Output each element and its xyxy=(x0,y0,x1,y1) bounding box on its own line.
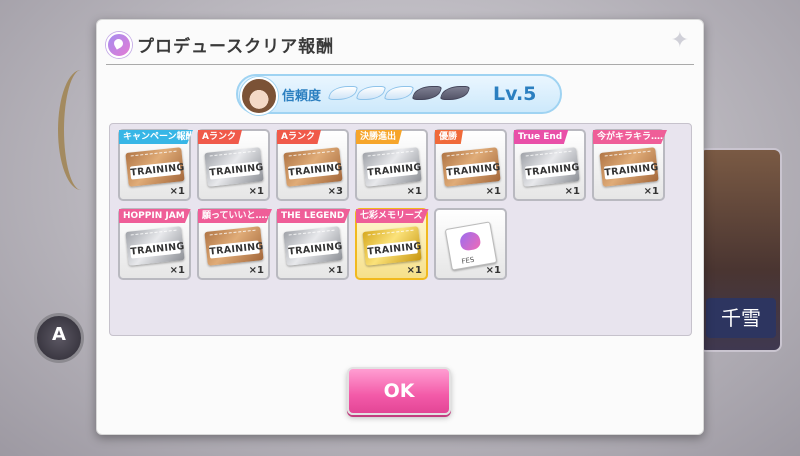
ticket-text: TRAINING xyxy=(129,240,186,259)
dialog-title: プロデュースクリア報酬 xyxy=(137,37,335,57)
reward-source-label: Aランク xyxy=(198,130,242,144)
reward-item[interactable]: Aランク TRAINING ×1 xyxy=(197,129,270,201)
reward-dialog: プロデュースクリア報酬 ✦ 信頼度 Lv.5 キャンペーン報酬 TRAINING ×… xyxy=(96,19,704,435)
trust-level-bar: 信頼度 Lv.5 xyxy=(236,74,562,115)
reward-quantity: ×1 xyxy=(485,186,501,197)
silver-ticket-icon: TRAINING xyxy=(204,147,265,187)
ticket-text: TRAINING xyxy=(524,161,581,180)
reward-quantity: ×1 xyxy=(327,265,343,276)
character-name: 千雪 xyxy=(706,298,776,338)
ticket-perforation xyxy=(130,150,178,163)
reward-item[interactable]: 今がキラキラ…… TRAINING ×1 xyxy=(592,129,667,201)
reward-item[interactable]: 七彩メモリーズ TRAINING ×1 xyxy=(355,208,429,280)
fes-card-icon: FES xyxy=(444,221,498,271)
producer-badge-icon xyxy=(106,32,132,58)
reward-quantity: ×1 xyxy=(564,186,580,197)
reward-source-label: 優勝 xyxy=(435,130,464,144)
sparkle-icon: ✦ xyxy=(670,28,689,53)
bronze-ticket-icon: TRAINING xyxy=(441,147,502,187)
reward-source-label: True End xyxy=(514,130,569,144)
ticket-text: TRAINING xyxy=(208,240,265,259)
reward-source-label: キャンペーン報酬 xyxy=(119,130,193,144)
reward-item[interactable]: True End TRAINING ×1 xyxy=(513,129,586,201)
ticket-text: TRAINING xyxy=(287,240,344,259)
header-divider xyxy=(106,64,694,65)
ticket-perforation xyxy=(209,229,257,242)
bronze-ticket-icon: TRAINING xyxy=(204,226,265,266)
reward-quantity: ×3 xyxy=(327,186,343,197)
rank-badge-letter: A xyxy=(52,324,66,345)
ticket-perforation xyxy=(288,150,336,163)
reward-item[interactable]: FES ×1 xyxy=(434,208,507,280)
reward-source-label: HOPPIN JAM xyxy=(119,209,191,223)
wing-icon xyxy=(442,82,468,102)
bronze-ticket-icon: TRAINING xyxy=(283,147,344,187)
silver-ticket-icon: TRAINING xyxy=(520,147,581,187)
reward-quantity: ×1 xyxy=(169,265,185,276)
reward-quantity: ×1 xyxy=(485,265,501,276)
reward-item[interactable]: 優勝 TRAINING ×1 xyxy=(434,129,507,201)
wing-icon xyxy=(330,82,356,102)
reward-item[interactable]: キャンペーン報酬 TRAINING ×1 xyxy=(118,129,193,201)
reward-source-label: 願っていいと…… xyxy=(198,209,272,223)
reward-source-label: Aランク xyxy=(277,130,321,144)
ticket-text: TRAINING xyxy=(445,161,502,180)
ticket-text: TRAINING xyxy=(603,161,660,180)
wing-icon xyxy=(414,82,440,102)
ticket-perforation xyxy=(367,150,415,163)
reward-quantity: ×1 xyxy=(169,186,185,197)
rank-badge: A xyxy=(34,313,84,363)
trust-label: 信頼度 xyxy=(282,89,322,104)
gold-ticket-icon: TRAINING xyxy=(362,226,423,266)
reward-item[interactable]: 願っていいと…… TRAINING ×1 xyxy=(197,208,272,280)
reward-item[interactable]: THE LEGEND TRAINING ×1 xyxy=(276,208,351,280)
trust-level-value: Lv.5 xyxy=(493,83,537,105)
reward-source-label: THE LEGEND xyxy=(277,209,351,223)
dialog-header: プロデュースクリア報酬 ✦ xyxy=(97,20,703,64)
ticket-text: TRAINING xyxy=(208,161,265,180)
reward-quantity: ×1 xyxy=(406,186,422,197)
ticket-text: TRAINING xyxy=(129,161,186,180)
ticket-perforation xyxy=(209,150,257,163)
reward-list: キャンペーン報酬 TRAINING ×1 Aランク TRAINING ×1 Aランク TRAI… xyxy=(109,123,692,336)
reward-quantity: ×1 xyxy=(643,186,659,197)
ticket-perforation xyxy=(130,229,178,242)
reward-quantity: ×1 xyxy=(406,265,422,276)
reward-source-label: 七彩メモリーズ xyxy=(356,209,429,223)
heart-icon xyxy=(458,230,482,252)
ok-button-label: OK xyxy=(383,380,415,402)
fes-card-text: FES xyxy=(460,255,476,266)
silver-ticket-icon: TRAINING xyxy=(283,226,344,266)
idol-avatar xyxy=(240,77,278,115)
reward-quantity: ×1 xyxy=(248,265,264,276)
wing-icon xyxy=(386,82,412,102)
reward-item[interactable]: HOPPIN JAM TRAINING ×1 xyxy=(118,208,191,280)
trust-wings xyxy=(330,82,468,102)
reward-item[interactable]: 決勝進出 TRAINING ×1 xyxy=(355,129,428,201)
bronze-ticket-icon: TRAINING xyxy=(125,147,186,187)
ticket-text: TRAINING xyxy=(366,161,423,180)
ticket-perforation xyxy=(525,150,573,163)
reward-source-label: 今がキラキラ…… xyxy=(593,130,667,144)
ticket-perforation xyxy=(446,150,494,163)
reward-item[interactable]: Aランク TRAINING ×3 xyxy=(276,129,349,201)
ticket-perforation xyxy=(604,150,652,163)
ticket-perforation xyxy=(288,229,336,242)
ticket-text: TRAINING xyxy=(287,161,344,180)
reward-quantity: ×1 xyxy=(248,186,264,197)
ok-button[interactable]: OK xyxy=(347,367,451,415)
ticket-text: TRAINING xyxy=(366,240,423,259)
reward-source-label: 決勝進出 xyxy=(356,130,403,144)
silver-ticket-icon: TRAINING xyxy=(362,147,423,187)
silver-ticket-icon: TRAINING xyxy=(125,226,186,266)
bronze-ticket-icon: TRAINING xyxy=(599,147,660,187)
wing-icon xyxy=(358,82,384,102)
ticket-perforation xyxy=(367,229,415,242)
